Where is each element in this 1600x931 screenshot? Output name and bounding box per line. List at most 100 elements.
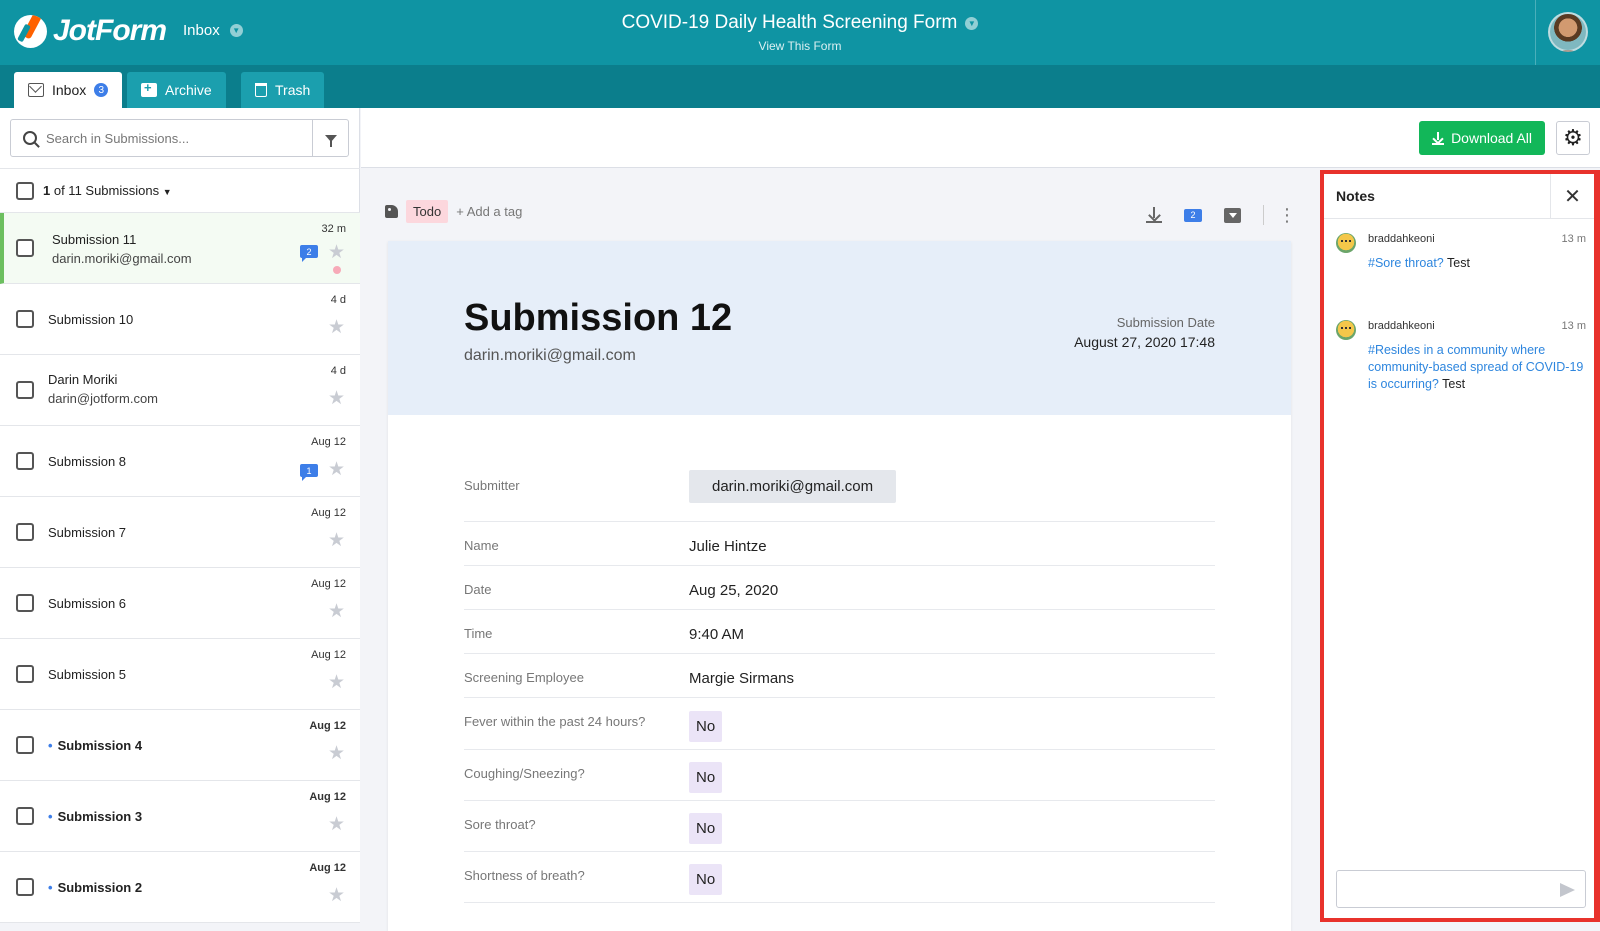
field-label: Submitter — [464, 478, 520, 493]
note-input[interactable] — [1336, 870, 1586, 908]
row-checkbox[interactable] — [16, 878, 34, 896]
star-icon[interactable]: ★ — [328, 602, 345, 621]
row-checkbox[interactable] — [16, 736, 34, 754]
submission-time: Aug 12 — [311, 649, 346, 661]
submission-title: Submission 12 — [464, 297, 733, 339]
field-row: Submitter darin.moriki@gmail.com — [464, 464, 1215, 522]
tab-inbox[interactable]: Inbox 3 — [14, 72, 123, 108]
jotform-logo[interactable]: JotForm — [14, 14, 167, 48]
submission-row[interactable]: Submission 5 Aug 12 ★ — [0, 639, 360, 710]
search-icon — [23, 131, 37, 145]
tag-icon — [385, 205, 398, 218]
field-label: Time — [464, 626, 493, 641]
submission-row[interactable]: • Submission 4 Aug 12 ★ — [0, 710, 360, 781]
submission-actions: 2 ⋮ — [1146, 205, 1296, 225]
star-icon[interactable]: ★ — [328, 531, 345, 550]
field-row: Coughing/Sneezing? No — [464, 750, 1215, 801]
submission-row[interactable]: Submission 7 Aug 12 ★ — [0, 497, 360, 568]
more-options-icon[interactable]: ⋮ — [1278, 206, 1296, 224]
tag-color-dot — [333, 266, 341, 274]
select-all-checkbox[interactable] — [16, 181, 34, 200]
note-field-link[interactable]: #Resides in a community where community-… — [1368, 343, 1583, 391]
search-input[interactable] — [46, 130, 306, 146]
star-icon[interactable]: ★ — [328, 318, 345, 337]
field-value: Margie Sirmans — [689, 670, 795, 687]
submission-date-label: Submission Date — [1116, 315, 1215, 330]
star-icon[interactable]: ★ — [328, 744, 345, 763]
close-notes-button[interactable]: ✕ — [1550, 174, 1594, 219]
notes-button[interactable]: 2 — [1184, 208, 1202, 222]
field-row: Shortness of breath? No — [464, 852, 1215, 903]
unread-dot: • — [48, 880, 53, 895]
selection-summary: 1 of 11 Submissions ▼ — [0, 168, 360, 213]
submission-row[interactable]: Darin Moriki darin@jotform.com 4 d ★ — [0, 355, 360, 426]
star-icon[interactable]: ★ — [328, 243, 345, 262]
row-checkbox[interactable] — [16, 310, 34, 328]
row-checkbox[interactable] — [16, 239, 34, 257]
download-all-button[interactable]: Download All — [1419, 121, 1545, 155]
top-bar: JotForm Inbox ▼ COVID-19 Daily Health Sc… — [0, 0, 1600, 65]
star-icon[interactable]: ★ — [328, 389, 345, 408]
archive-button[interactable] — [1224, 207, 1241, 223]
download-submission-button[interactable] — [1146, 207, 1162, 223]
inbox-switcher-label: Inbox — [183, 22, 220, 39]
settings-button[interactable]: ⚙ — [1556, 121, 1590, 155]
field-label: Shortness of breath? — [464, 868, 585, 883]
note-field-link[interactable]: #Sore throat? — [1368, 256, 1444, 270]
submission-row[interactable]: • Submission 2 Aug 12 ★ — [0, 852, 360, 923]
field-row: Fever within the past 24 hours? No — [464, 698, 1215, 750]
note-author-avatar — [1336, 320, 1356, 340]
field-row: Name Julie Hintze — [464, 522, 1215, 566]
submission-email: darin.moriki@gmail.com — [52, 251, 192, 266]
note-text: Test — [1443, 256, 1470, 270]
unread-dot: • — [48, 738, 53, 753]
row-checkbox[interactable] — [16, 665, 34, 683]
submission-count-dropdown[interactable]: 1 of 11 Submissions ▼ — [43, 183, 172, 198]
field-value: Julie Hintze — [689, 538, 767, 555]
row-checkbox[interactable] — [16, 523, 34, 541]
submission-row[interactable]: Submission 6 Aug 12 ★ — [0, 568, 360, 639]
view-form-link[interactable]: View This Form — [700, 39, 900, 53]
note-time: 13 m — [1561, 233, 1586, 245]
field-label: Sore throat? — [464, 817, 536, 832]
archive-icon — [141, 80, 157, 97]
submission-time: Aug 12 — [309, 720, 346, 732]
send-icon[interactable] — [1560, 883, 1575, 897]
star-icon[interactable]: ★ — [328, 815, 345, 834]
form-title[interactable]: COVID-19 Daily Health Screening Form ▼ — [560, 12, 1040, 34]
download-all-label: Download All — [1451, 130, 1532, 146]
submission-row[interactable]: • Submission 3 Aug 12 ★ — [0, 781, 360, 852]
notes-title: Notes — [1336, 188, 1375, 204]
tab-trash[interactable]: Trash — [241, 72, 325, 108]
submission-title: • Submission 3 — [48, 809, 142, 824]
user-avatar[interactable] — [1548, 12, 1588, 52]
row-checkbox[interactable] — [16, 594, 34, 612]
submission-title: • Submission 2 — [48, 880, 142, 895]
filter-button[interactable] — [312, 120, 348, 156]
field-label: Screening Employee — [464, 670, 584, 685]
inbox-switcher[interactable]: Inbox ▼ — [183, 22, 243, 39]
row-checkbox[interactable] — [16, 452, 34, 470]
note-author-avatar — [1336, 233, 1356, 253]
submission-email: darin.moriki@gmail.com — [464, 347, 636, 364]
note-text: Test — [1438, 377, 1466, 391]
submission-row[interactable]: Submission 11 darin.moriki@gmail.com 32 … — [0, 213, 360, 284]
submission-row[interactable]: Submission 8 Aug 12 1 ★ — [0, 426, 360, 497]
submission-title: Submission 6 — [48, 596, 127, 611]
add-tag-button[interactable]: + Add a tag — [456, 204, 522, 219]
note-body: #Resides in a community where community-… — [1368, 342, 1586, 393]
note-item: braddahkeoni 13 m #Sore throat? Test — [1336, 233, 1586, 303]
field-label: Name — [464, 538, 499, 553]
submission-row[interactable]: Submission 10 4 d ★ — [0, 284, 360, 355]
tag-todo[interactable]: Todo — [406, 200, 449, 223]
note-time: 13 m — [1561, 320, 1586, 332]
row-checkbox[interactable] — [16, 807, 34, 825]
star-icon[interactable]: ★ — [328, 886, 345, 905]
tab-archive[interactable]: Archive — [127, 72, 226, 108]
submission-title: • Submission 4 — [48, 738, 142, 753]
note-author: braddahkeoni — [1368, 320, 1435, 332]
row-checkbox[interactable] — [16, 381, 34, 399]
star-icon[interactable]: ★ — [328, 460, 345, 479]
field-value: No — [689, 813, 723, 844]
star-icon[interactable]: ★ — [328, 673, 345, 692]
